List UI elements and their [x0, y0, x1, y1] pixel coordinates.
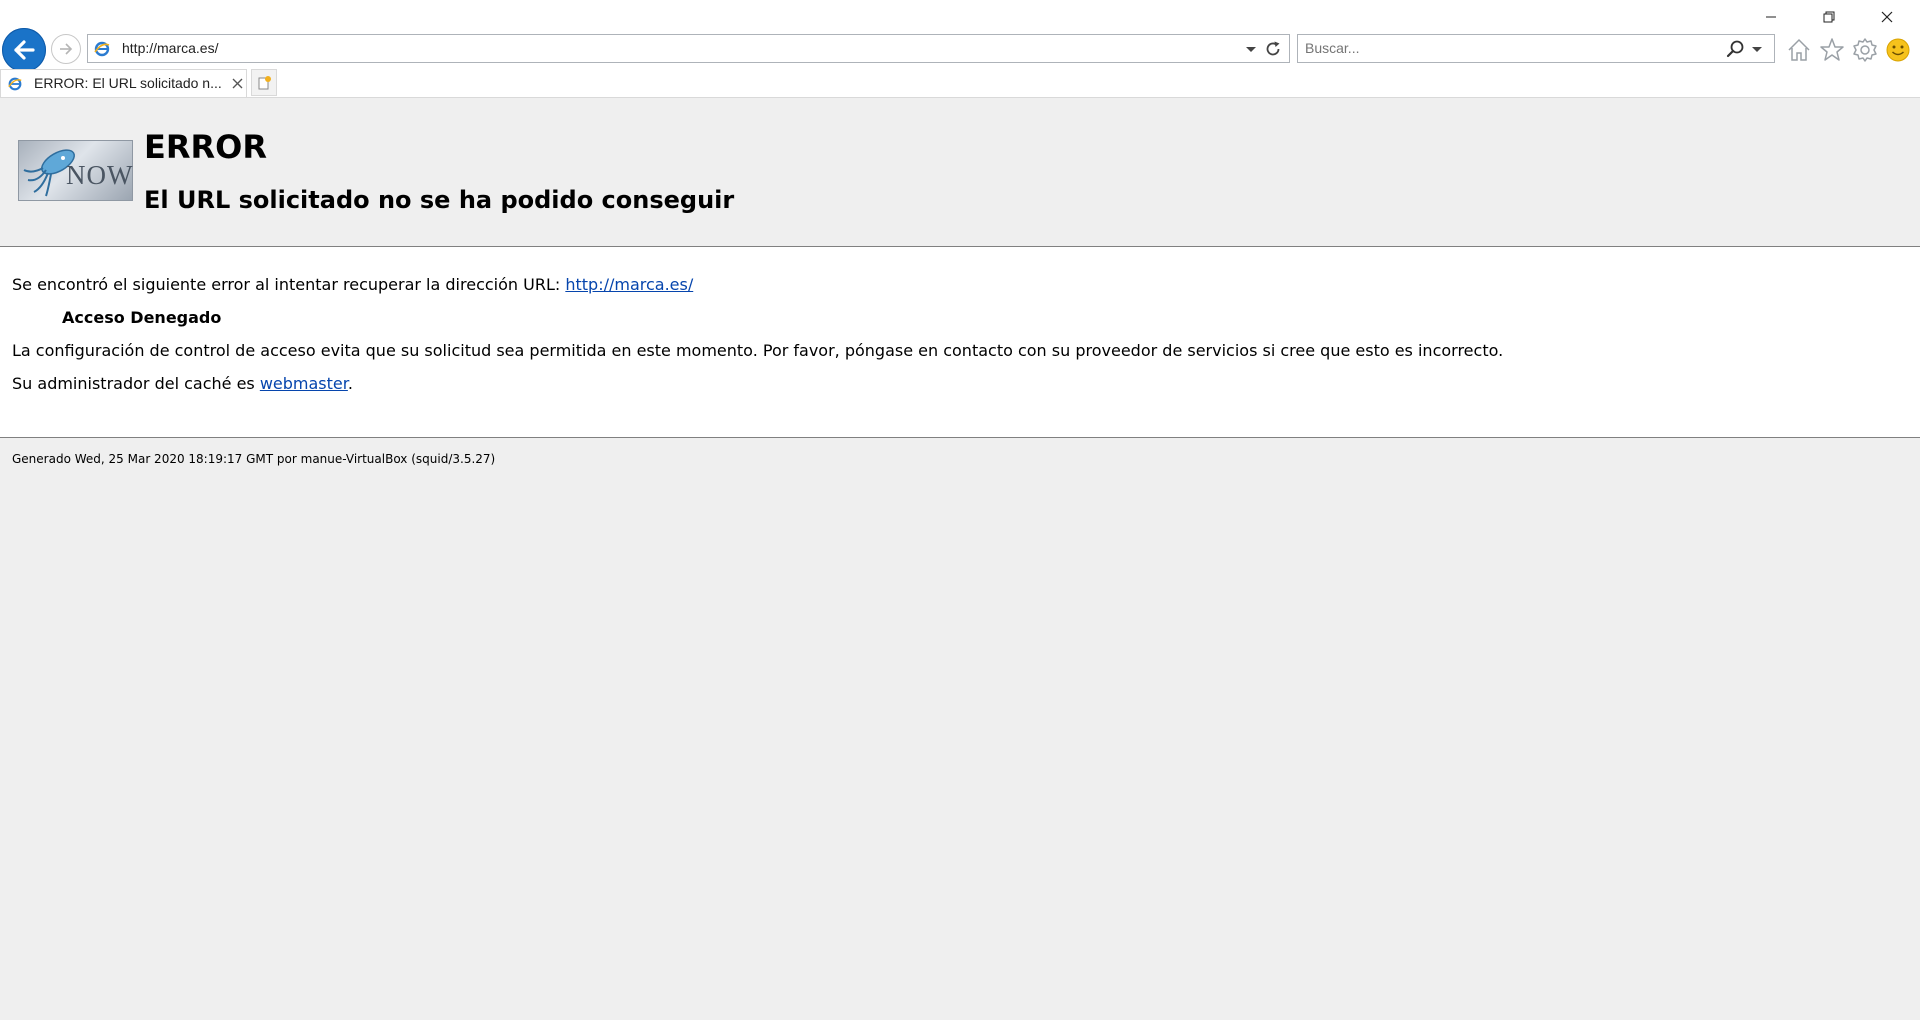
error-type-heading: Acceso Denegado — [62, 308, 222, 327]
page-viewport: NOW ERROR El URL solicitado no se ha pod… — [0, 98, 1920, 1020]
squid-logo: NOW — [18, 140, 133, 201]
forward-button[interactable] — [51, 34, 81, 64]
tab-strip: ERROR: El URL solicitado n... — [0, 69, 1920, 97]
requested-url-link[interactable]: http://marca.es/ — [565, 275, 693, 294]
gear-icon — [1853, 38, 1877, 62]
page-footer: Generado Wed, 25 Mar 2020 18:19:17 GMT p… — [12, 452, 496, 466]
error-intro: Se encontró el siguiente error al intent… — [12, 275, 693, 294]
ie-page-icon — [8, 77, 22, 91]
feedback-button[interactable] — [1884, 36, 1912, 64]
minimize-icon — [1766, 16, 1776, 18]
minimize-button[interactable] — [1742, 0, 1800, 34]
logo-text: NOW — [66, 160, 133, 190]
ie-page-icon — [94, 41, 110, 57]
search-bar[interactable] — [1297, 34, 1775, 63]
tab-title: ERROR: El URL solicitado n... — [34, 75, 222, 91]
favorites-button[interactable] — [1818, 36, 1846, 64]
cache-admin-line: Su administrador del caché es webmaster. — [12, 374, 353, 393]
address-url[interactable]: http://marca.es/ — [122, 40, 218, 56]
close-icon — [1881, 11, 1893, 23]
tab-close-button[interactable] — [229, 75, 245, 91]
webmaster-link[interactable]: webmaster — [260, 374, 348, 393]
search-input[interactable] — [1305, 40, 1705, 56]
refresh-icon[interactable] — [1263, 39, 1283, 59]
error-body: Se encontró el siguiente error al intent… — [0, 247, 1920, 437]
cache-admin-text: Su administrador del caché es — [12, 374, 260, 393]
home-button[interactable] — [1785, 36, 1813, 64]
smiley-icon — [1886, 38, 1910, 62]
page-title: ERROR — [144, 128, 267, 166]
error-header: NOW ERROR El URL solicitado no se ha pod… — [0, 98, 1920, 246]
tools-button[interactable] — [1851, 36, 1879, 64]
home-icon — [1788, 38, 1810, 61]
cache-admin-suffix: . — [347, 374, 353, 393]
page-subtitle: El URL solicitado no se ha podido conseg… — [144, 186, 735, 214]
new-tab-icon — [258, 75, 271, 89]
forward-arrow-icon — [60, 43, 73, 55]
restore-button[interactable] — [1800, 0, 1858, 34]
error-intro-text: Se encontró el siguiente error al intent… — [12, 275, 566, 294]
tab-active[interactable]: ERROR: El URL solicitado n... — [0, 69, 247, 97]
back-button[interactable] — [2, 28, 46, 72]
new-tab-button[interactable] — [251, 69, 277, 96]
star-icon — [1820, 38, 1844, 61]
search-icon[interactable] — [1725, 39, 1745, 59]
back-arrow-icon — [14, 40, 35, 60]
browser-chrome: http://marca.es/ Buscar... ERROR: El URL… — [0, 0, 1920, 98]
error-description: La configuración de control de acceso ev… — [12, 341, 1504, 360]
close-icon — [232, 78, 242, 88]
search-dropdown-icon[interactable] — [1750, 41, 1764, 57]
restore-icon — [1823, 11, 1835, 23]
browser-window: http://marca.es/ Buscar... ERROR: El URL… — [0, 0, 1920, 1020]
footer-divider — [0, 437, 1920, 438]
address-dropdown-icon[interactable] — [1244, 41, 1258, 57]
close-button[interactable] — [1858, 0, 1916, 34]
address-bar[interactable]: http://marca.es/ — [87, 34, 1290, 63]
